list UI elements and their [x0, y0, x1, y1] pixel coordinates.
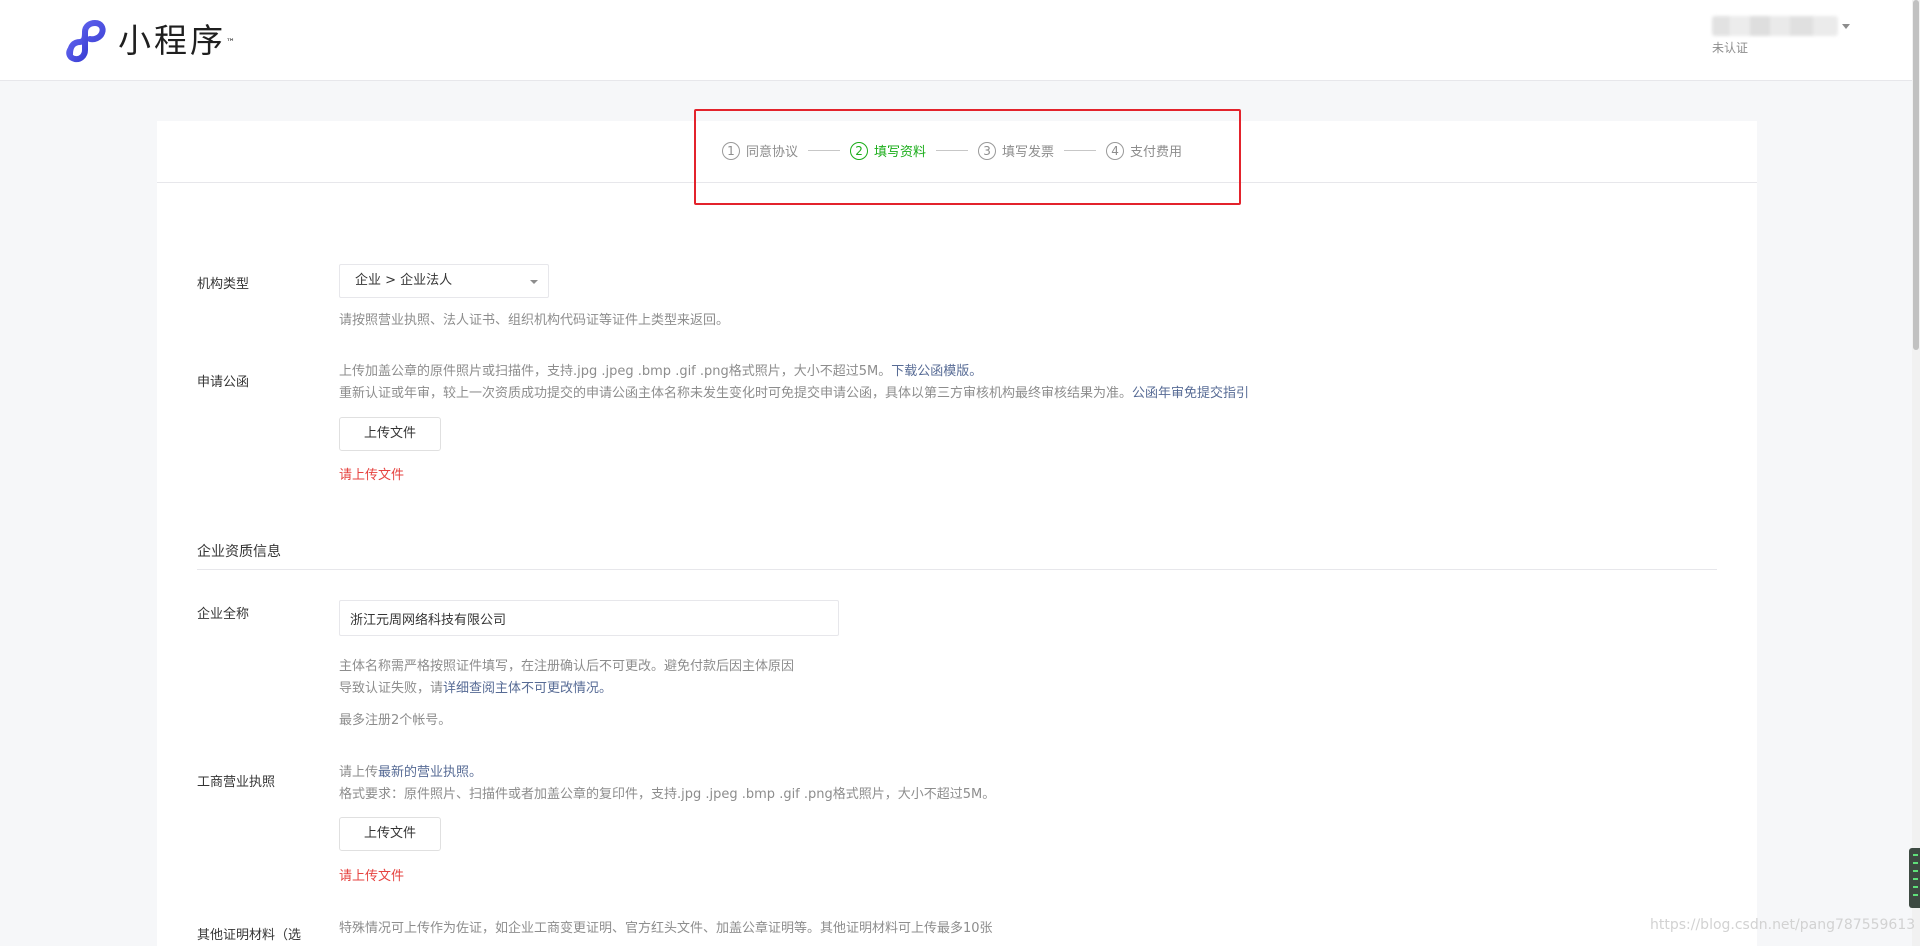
other-materials-label: 其他证明材料（选 — [197, 928, 302, 943]
account-status: 未认证 — [1712, 41, 1749, 55]
chevron-down-icon — [530, 280, 538, 284]
scrollbar-thumb[interactable] — [1913, 0, 1919, 350]
license-tip-1: 请上传最新的营业执照。 — [339, 765, 483, 780]
account-limit-tip: 最多注册2个帐号。 — [339, 713, 452, 728]
license-field: 请上传最新的营业执照。 格式要求：原件照片、扫描件或者加盖公章的复印件，支持.j… — [339, 762, 995, 806]
letter-tip-2: 重新认证或年审，较上一次资质成功提交的申请公函主体名称未发生变化时可免提交申请公… — [339, 386, 1250, 401]
letter-upload-wrap: 上传文件 — [339, 417, 441, 451]
letter-tip-1: 上传加盖公章的原件照片或扫描件，支持.jpg .jpeg .bmp .gif .… — [339, 364, 983, 379]
watermark: https://blog.csdn.net/pang787559613 — [1650, 917, 1916, 933]
other-materials-tip: 特殊情况可上传作为佐证，如企业工商变更证明、官方红头文件、加盖公章证明等。其他证… — [339, 921, 993, 936]
download-template-link[interactable]: 下载公函模版。 — [891, 364, 982, 379]
scrollbar[interactable] — [1912, 0, 1920, 946]
org-type-value: 企业 > 企业法人 — [355, 273, 453, 288]
org-type-tip: 请按照营业执照、法人证书、组织机构代码证等证件上类型来返回。 — [339, 313, 730, 328]
chevron-down-icon[interactable] — [1842, 24, 1850, 29]
latest-license-link[interactable]: 最新的营业执照。 — [378, 765, 482, 780]
company-name-tip-1: 主体名称需严格按照证件填写，在注册确认后不可更改。避免付款后因主体原因 — [339, 659, 795, 674]
company-name-tip-2: 导致认证失败，请详细查阅主体不可更改情况。 — [339, 681, 613, 696]
logo[interactable]: 小程序™ — [62, 18, 235, 64]
annual-review-guide-link[interactable]: 公函年审免提交指引 — [1132, 386, 1249, 401]
registration-card: 1 同意协议 2 填写资料 3 填写发票 4 支付费用 机构类型 企业 > 企业… — [157, 121, 1757, 946]
letter-upload-button[interactable]: 上传文件 — [339, 417, 441, 451]
logo-text: 小程序™ — [118, 21, 235, 60]
mini-program-logo-icon — [66, 19, 106, 63]
company-name-tips: 主体名称需严格按照证件填写，在注册确认后不可更改。避免付款后因主体原因 导致认证… — [339, 656, 794, 700]
license-tip-2: 格式要求：原件照片、扫描件或者加盖公章的复印件，支持.jpg .jpeg .bm… — [339, 787, 996, 802]
license-error: 请上传文件 — [339, 869, 405, 884]
letter-error: 请上传文件 — [339, 468, 405, 483]
steps-highlight-box — [694, 109, 1241, 205]
org-type-select[interactable]: 企业 > 企业法人 — [339, 264, 549, 298]
company-name-input[interactable] — [339, 600, 839, 636]
license-upload-wrap: 上传文件 — [339, 817, 441, 851]
account-menu[interactable]: 未认证 — [1712, 16, 1852, 56]
unchangeable-subject-link[interactable]: 详细查阅主体不可更改情况。 — [443, 681, 612, 696]
license-upload-button[interactable]: 上传文件 — [339, 817, 441, 851]
letter-field: 上传加盖公章的原件照片或扫描件，支持.jpg .jpeg .bmp .gif .… — [339, 361, 1249, 405]
account-name-blurred — [1712, 16, 1838, 36]
org-type-field: 企业 > 企业法人 — [339, 264, 549, 298]
company-name-field — [339, 600, 839, 636]
org-type-label: 机构类型 — [197, 277, 250, 292]
license-label: 工商营业执照 — [197, 775, 276, 790]
section-title: 企业资质信息 — [197, 541, 1717, 570]
side-widget[interactable] — [1909, 848, 1920, 908]
letter-label: 申请公函 — [197, 375, 250, 390]
company-name-label: 企业全称 — [197, 607, 250, 622]
top-header: 小程序™ 未认证 — [0, 0, 1920, 81]
